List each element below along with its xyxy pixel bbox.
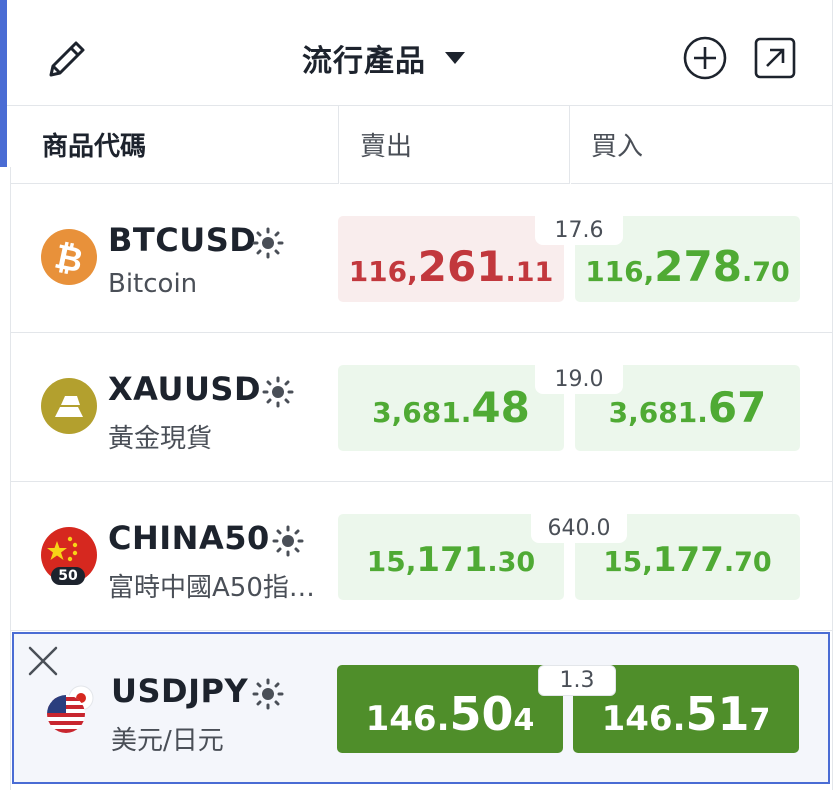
table-row-selected[interactable]: USDJPY 美元/日元 146. 50 4 146. 51 7 1.3 — [12, 632, 830, 784]
svg-text:₿: ₿ — [52, 238, 86, 276]
symbol-name: 美元/日元 — [111, 726, 224, 756]
watchlist-header: 流行產品 — [7, 0, 832, 106]
symbol-code: BTCUSD — [108, 221, 257, 259]
market-open-sun-icon — [262, 376, 294, 408]
sell-price-button[interactable]: 116, 261.11 — [338, 216, 564, 302]
panel-border — [832, 0, 833, 790]
market-open-sun-icon — [272, 525, 304, 557]
index-badge: 50 — [51, 567, 85, 585]
symbol-code: XAUUSD — [108, 370, 262, 408]
symbol-name: 黃金現貨 — [108, 424, 213, 454]
table-row[interactable]: 50 CHINA50 富時中國A50指… 15, 171.30 15, 177.70… — [11, 483, 832, 631]
watchlist-panel: 流行產品 商品代碼 賣出 買入 ₿ BTCUSD Bitcoin 116, 26… — [0, 0, 837, 790]
arrow-up-right-square-icon[interactable] — [751, 34, 799, 82]
table-row[interactable]: ₿ BTCUSD Bitcoin 116, 261.11 116, 278.70 1… — [11, 185, 832, 333]
symbol-code: CHINA50 — [108, 519, 270, 557]
market-open-sun-icon — [252, 227, 284, 259]
gold-bars-icon — [41, 378, 97, 434]
market-open-sun-icon — [252, 678, 284, 710]
symbol-code: USDJPY — [111, 672, 249, 710]
spread-value: 640.0 — [531, 514, 627, 543]
watchlist-title-dropdown[interactable]: 流行產品 — [302, 34, 466, 82]
column-header-buy[interactable]: 買入 — [571, 106, 832, 184]
spread-value: 17.6 — [535, 216, 623, 245]
symbol-name: 富時中國A50指… — [108, 573, 315, 603]
sell-price-button[interactable]: 3,681. 48 — [338, 365, 564, 451]
spread-value: 1.3 — [538, 665, 616, 696]
sell-price-button[interactable]: 146. 50 4 — [337, 665, 563, 753]
table-row[interactable]: XAUUSD 黃金現貨 3,681. 48 3,681. 67 19.0 — [11, 334, 832, 482]
close-icon[interactable] — [26, 644, 60, 678]
spread-value: 19.0 — [535, 365, 623, 394]
column-header-symbol[interactable]: 商品代碼 — [11, 106, 339, 184]
column-header-sell[interactable]: 賣出 — [340, 106, 570, 184]
us-japan-flag-icon — [44, 684, 100, 740]
plus-circle-icon[interactable] — [681, 34, 729, 82]
pencil-icon[interactable] — [41, 32, 93, 84]
china-flag-icon: 50 — [41, 527, 97, 585]
watchlist-title: 流行產品 — [302, 44, 426, 79]
bitcoin-icon: ₿ — [41, 229, 97, 285]
symbol-name: Bitcoin — [108, 269, 198, 299]
accent-bar — [0, 0, 7, 167]
caret-down-icon — [445, 52, 465, 64]
